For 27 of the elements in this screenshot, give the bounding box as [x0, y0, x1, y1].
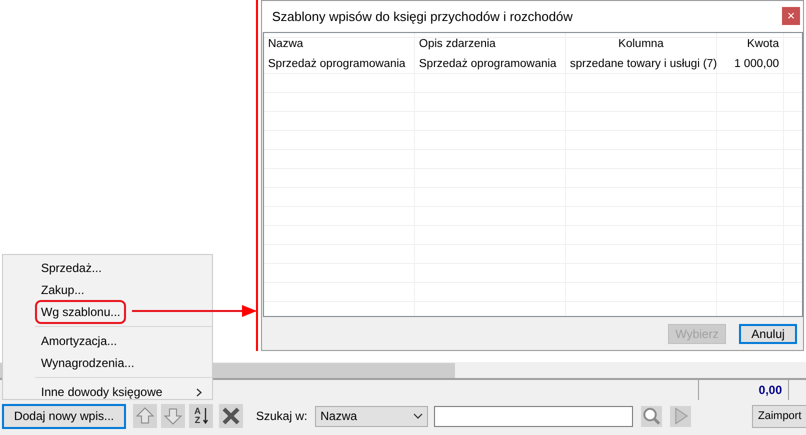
menu-item[interactable]: Wynagrodzenia...: [35, 351, 140, 375]
search-icon[interactable]: [641, 406, 662, 426]
menu-item[interactable]: Inne dowody księgowe: [35, 380, 168, 404]
sort-icon[interactable]: A Z: [189, 404, 213, 428]
chevron-down-icon: [413, 413, 424, 419]
search-label: Szukaj w:: [256, 409, 308, 423]
import-button[interactable]: Zaimport: [752, 404, 806, 428]
column-header[interactable]: Kwota: [717, 33, 784, 55]
search-field-dropdown[interactable]: Nazwa: [315, 406, 428, 426]
add-entry-button[interactable]: Dodaj nowy wpis...: [2, 404, 126, 428]
menu-item[interactable]: Zakup...: [35, 278, 90, 302]
column-header[interactable]: Nazwa: [264, 33, 415, 55]
dialog-button[interactable]: Anuluj: [739, 324, 797, 344]
table-cell: sprzedane towary i usługi (7): [566, 55, 717, 74]
table-cell: Sprzedaż oprogramowania: [264, 55, 415, 74]
menu-item[interactable]: Sprzedaż...: [35, 256, 108, 280]
close-button[interactable]: ×: [782, 6, 800, 24]
menu-item[interactable]: Wg szablonu...: [35, 300, 126, 324]
delete-icon[interactable]: [219, 404, 243, 428]
column-header[interactable]: Opis zdarzenia: [415, 33, 566, 55]
chevron-right-icon: [196, 388, 202, 397]
column-header[interactable]: Kolumna: [566, 33, 717, 55]
table-cell: 1 000,00: [717, 55, 784, 74]
search-input[interactable]: [434, 406, 634, 426]
dialog-title: Szablony wpisów do księgi przychodów i rozchodów: [272, 9, 573, 24]
table-cell: Sprzedaż oprogramowania: [415, 55, 566, 74]
menu-item[interactable]: Amortyzacja...: [35, 329, 124, 353]
